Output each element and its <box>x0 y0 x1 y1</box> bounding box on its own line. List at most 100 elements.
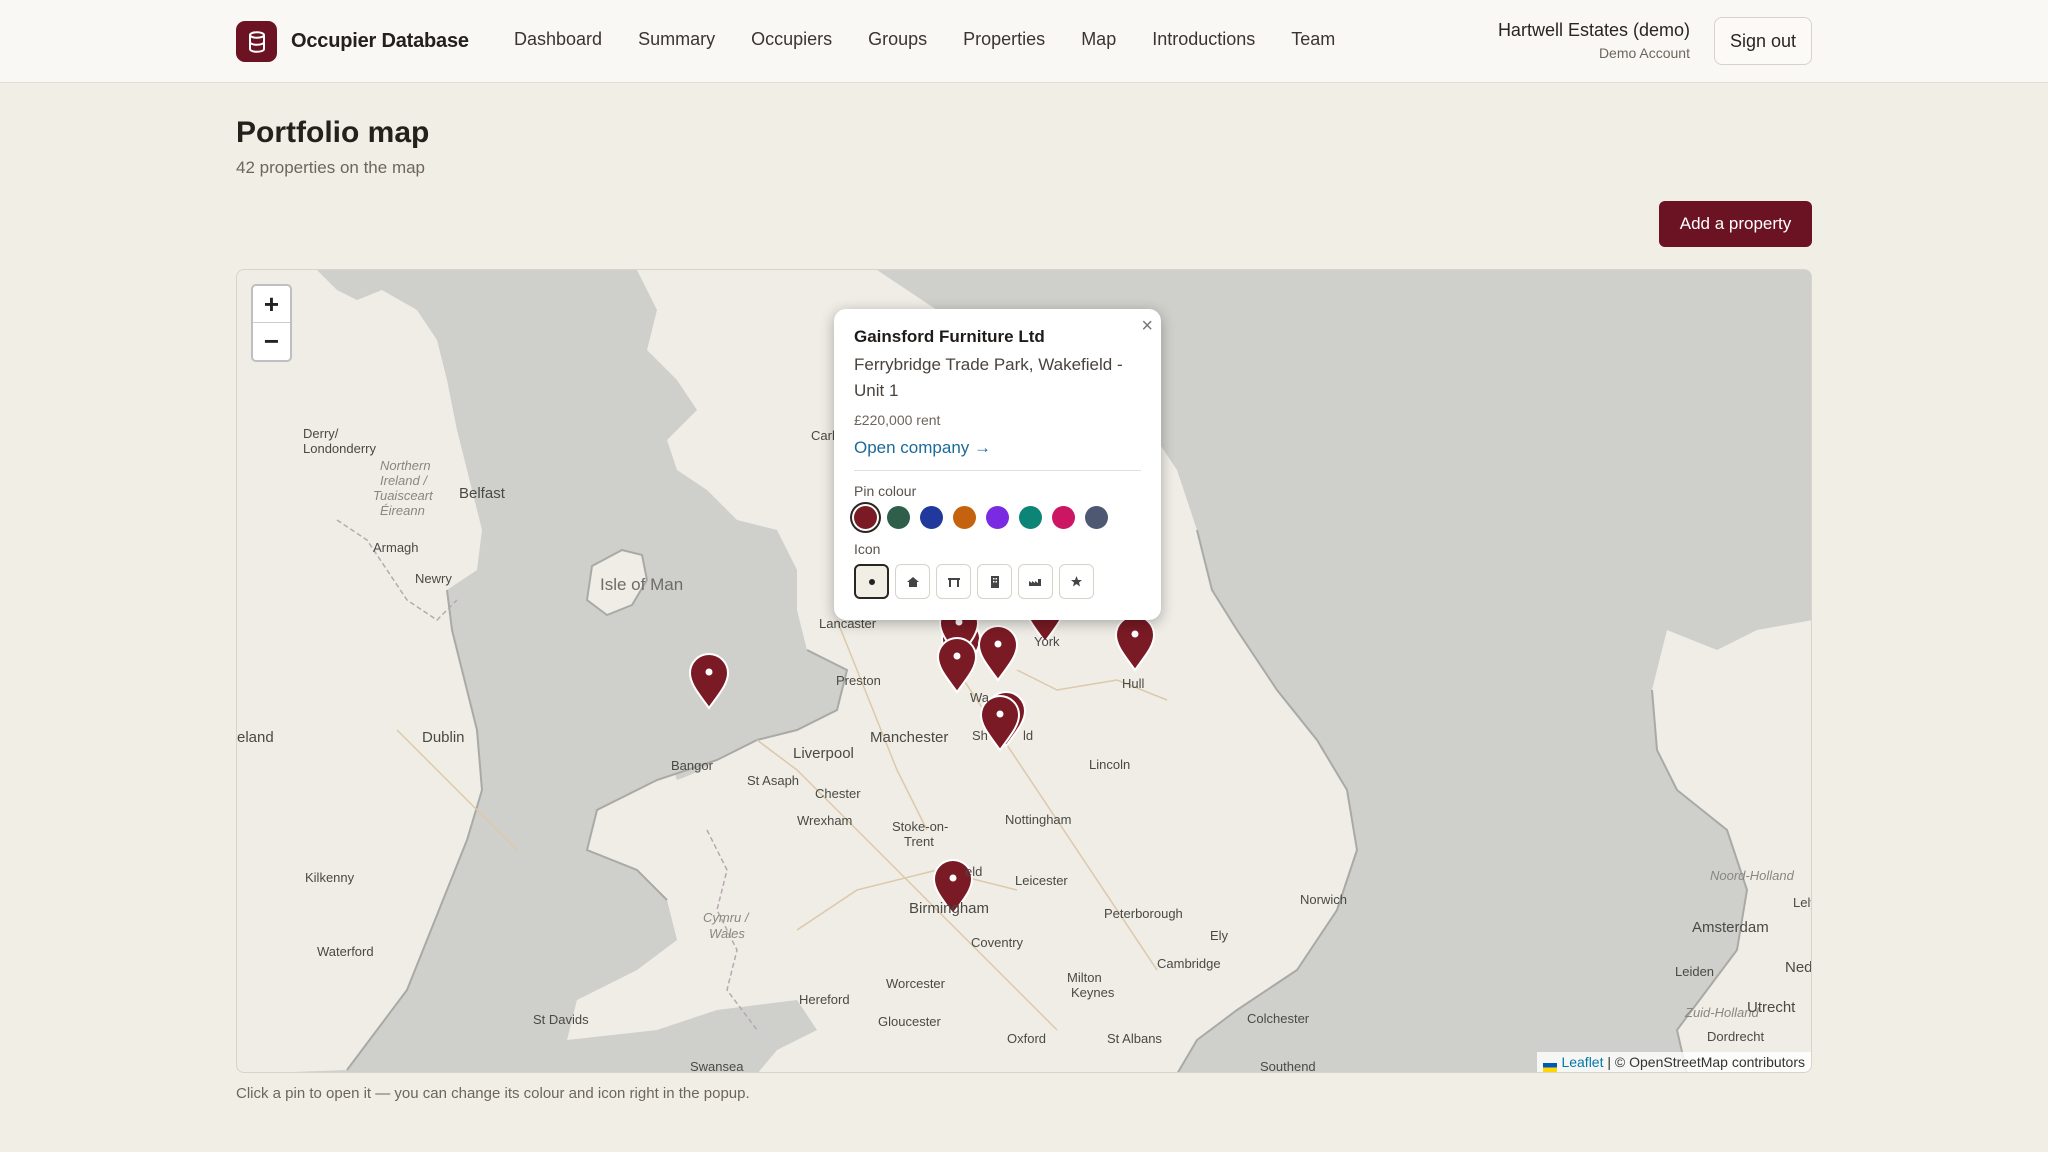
place-label: Worcester <box>886 976 946 991</box>
place-label: Swansea <box>690 1059 744 1073</box>
divider <box>854 470 1141 471</box>
place-label: Noord-Holland <box>1710 868 1795 883</box>
place-label: Milton <box>1067 970 1102 985</box>
place-label: Leiden <box>1675 964 1714 979</box>
nav-introductions[interactable]: Introductions <box>1152 29 1255 50</box>
zoom-out-button[interactable]: − <box>253 323 290 360</box>
factory-icon[interactable] <box>1018 564 1053 599</box>
sign-out-button[interactable]: Sign out <box>1714 17 1812 65</box>
place-label: Utrecht <box>1747 999 1796 1016</box>
place-label: Northern <box>380 458 431 473</box>
place-label: Chester <box>815 786 861 801</box>
place-label: Kilkenny <box>305 870 355 885</box>
account-name: Hartwell Estates (demo) <box>1497 20 1690 40</box>
place-label: Stoke-on- <box>892 819 948 834</box>
pin-colour-label: Pin colour <box>854 483 917 499</box>
place-label: Lely <box>1793 895 1812 910</box>
nav-occupiers[interactable]: Occupiers <box>751 29 832 50</box>
place-label: Newry <box>415 571 452 586</box>
place-label: St Albans <box>1107 1031 1162 1046</box>
place-label: Preston <box>836 673 881 688</box>
place-label: Carl <box>811 428 835 443</box>
place-label: Gloucester <box>878 1014 942 1029</box>
place-label: Dordrecht <box>1707 1029 1764 1044</box>
colour-swatch[interactable] <box>920 506 943 529</box>
colour-swatch[interactable] <box>887 506 910 529</box>
icon-picker <box>854 564 1141 599</box>
place-label: Hereford <box>799 992 850 1007</box>
colour-swatch[interactable] <box>953 506 976 529</box>
close-icon[interactable]: × <box>1141 315 1153 338</box>
nav-summary[interactable]: Summary <box>638 29 715 50</box>
nav-team[interactable]: Team <box>1291 29 1335 50</box>
page-subtitle: 42 properties on the map <box>236 158 426 177</box>
account-info: Hartwell Estates (demo) Demo Account <box>1498 20 1690 61</box>
place-label: Waterford <box>317 944 374 959</box>
colour-swatch[interactable] <box>986 506 1009 529</box>
place-label: Sh <box>972 728 988 743</box>
top-navigation-bar: Occupier Database Dashboard Summary Occu… <box>0 0 2048 83</box>
place-label: Cambridge <box>1157 956 1221 971</box>
place-label: Nottingham <box>1005 812 1071 827</box>
nav-properties[interactable]: Properties <box>963 29 1045 50</box>
brand[interactable]: Occupier Database <box>236 21 469 62</box>
place-label: Ireland / <box>380 473 428 488</box>
place-label: Leicester <box>1015 873 1068 888</box>
place-label: Norwich <box>1300 892 1347 907</box>
ukraine-flag-icon <box>1543 1059 1558 1072</box>
attribution-text: | © OpenStreetMap contributors <box>1607 1054 1805 1070</box>
place-label: Armagh <box>373 540 419 555</box>
place-label: Ely <box>1210 928 1229 943</box>
map-hint: Click a pin to open it — you can change … <box>236 1085 750 1102</box>
star-icon[interactable] <box>1059 564 1094 599</box>
place-label: St Asaph <box>747 773 799 788</box>
account-type: Demo Account <box>1598 45 1690 61</box>
dot-icon[interactable] <box>854 564 889 599</box>
place-label: Southend <box>1260 1059 1316 1073</box>
place-label: Ned <box>1785 959 1812 976</box>
place-label: Wales <box>709 926 745 941</box>
open-company-link[interactable]: Open company → <box>854 438 1141 458</box>
office-icon[interactable] <box>977 564 1012 599</box>
place-label: Peterborough <box>1104 906 1183 921</box>
place-label: Coventry <box>971 935 1024 950</box>
place-label: Birmingham <box>909 900 989 917</box>
place-label: Oxford <box>1007 1031 1046 1046</box>
place-label: Belfast <box>459 485 506 502</box>
page-title: Portfolio map <box>236 116 430 149</box>
place-label: eland <box>237 729 274 746</box>
place-label: Manchester <box>870 729 948 746</box>
zoom-in-button[interactable]: + <box>253 286 290 323</box>
map-attribution: Leaflet | © OpenStreetMap contributors <box>1537 1052 1811 1072</box>
popup-title: Gainsford Furniture Ltd <box>854 327 1045 346</box>
place-label: eld <box>965 864 982 879</box>
colour-swatch[interactable] <box>1085 506 1108 529</box>
main-nav: Dashboard Summary Occupiers Groups Prope… <box>514 29 1371 50</box>
place-label: Liverpool <box>793 745 854 762</box>
leaflet-link[interactable]: Leaflet <box>1561 1054 1603 1070</box>
place-label: Hull <box>1122 676 1145 691</box>
nav-groups[interactable]: Groups <box>868 29 927 50</box>
place-label: Wa <box>970 690 990 705</box>
colour-swatch[interactable] <box>854 506 877 529</box>
zoom-control: + − <box>251 284 292 362</box>
colour-swatch[interactable] <box>1019 506 1042 529</box>
place-label: ld <box>1023 728 1033 743</box>
place-label: Colchester <box>1247 1011 1310 1026</box>
place-label: St Davids <box>533 1012 589 1027</box>
nav-dashboard[interactable]: Dashboard <box>514 29 602 50</box>
nav-map[interactable]: Map <box>1081 29 1116 50</box>
icon-label: Icon <box>854 541 881 557</box>
add-property-button[interactable]: Add a property <box>1659 201 1812 247</box>
place-label: Isle of Man <box>600 575 683 594</box>
place-label: Dublin <box>422 729 465 746</box>
store-icon[interactable] <box>936 564 971 599</box>
colour-swatch[interactable] <box>1052 506 1075 529</box>
brand-name: Occupier Database <box>291 30 469 52</box>
place-label: Amsterdam <box>1692 919 1769 936</box>
property-popup: × Gainsford Furniture Ltd Ferrybridge Tr… <box>834 309 1161 620</box>
place-label: Tuaisceart <box>373 488 434 503</box>
home-icon[interactable] <box>895 564 930 599</box>
place-label: Trent <box>904 834 934 849</box>
place-label: Cymru / <box>703 910 750 925</box>
